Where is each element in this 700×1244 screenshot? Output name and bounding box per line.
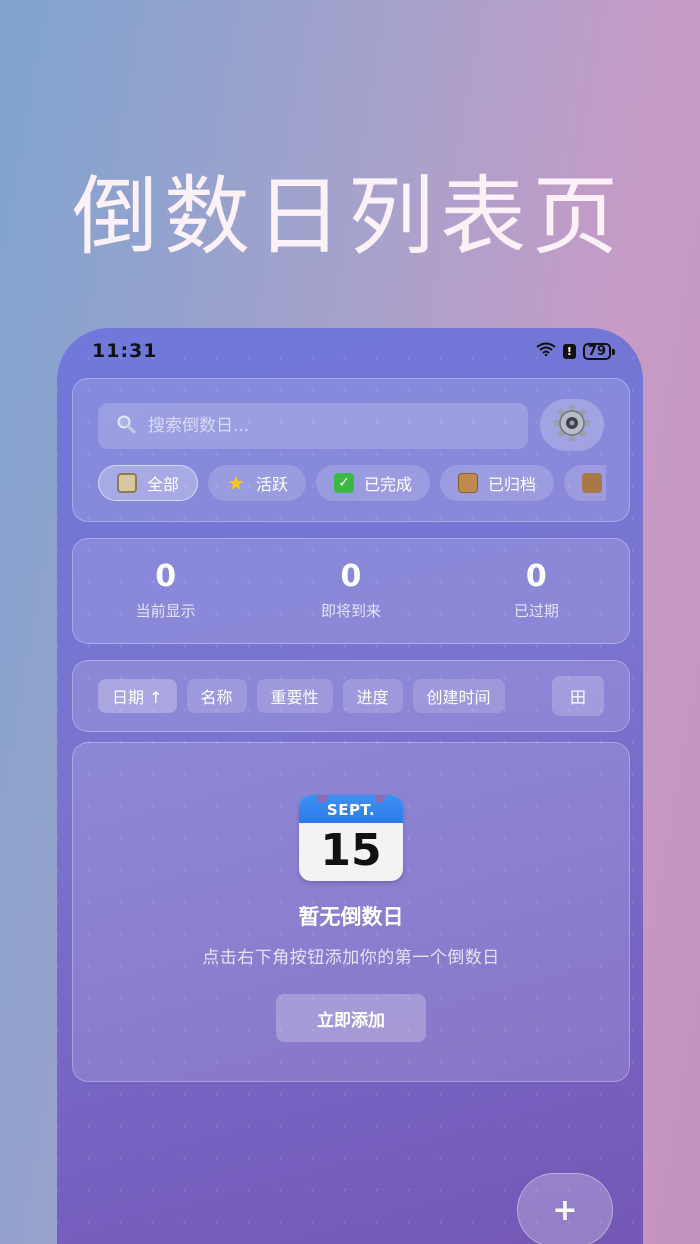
stat-expired: 0 已过期 [444, 539, 629, 643]
filter-chip-all[interactable]: 全部 [98, 465, 199, 501]
stat-value: 0 [340, 559, 362, 594]
empty-title: 暂无倒数日 [298, 905, 404, 929]
check-icon: ✓ [334, 473, 355, 493]
filter-chip-label: 已完成 [364, 475, 413, 494]
calendar-day: 15 [320, 825, 382, 876]
sort-options: 日期 ↑ 名称 重要性 进度 创建时间 [98, 679, 606, 713]
alert-icon: ! [562, 343, 576, 359]
sort-by-name[interactable]: 名称 [186, 679, 247, 713]
stats-card: 0 当前显示 0 即将到来 0 已过期 [72, 538, 630, 644]
sort-by-progress[interactable]: 进度 [342, 679, 403, 713]
box-icon [582, 473, 603, 493]
search-box[interactable] [98, 403, 528, 449]
wifi-icon [536, 342, 556, 360]
filter-chip-label: 活跃 [256, 475, 289, 494]
stat-value: 0 [525, 559, 547, 594]
sort-by-date[interactable]: 日期 ↑ [98, 679, 177, 713]
gear-icon [552, 403, 592, 447]
sort-by-importance[interactable]: 重要性 [256, 679, 333, 713]
filter-chip-more[interactable] [564, 465, 606, 501]
filter-chip-label: 已归档 [488, 475, 537, 494]
calendar-month: SEPT. [299, 795, 403, 823]
filter-chips: 全部 ★ 活跃 ✓ 已完成 已归档 [98, 465, 606, 505]
sort-by-created[interactable]: 创建时间 [412, 679, 505, 713]
empty-subtitle: 点击右下角按钮添加你的第一个倒数日 [202, 948, 500, 968]
stat-label: 已过期 [513, 602, 559, 620]
clipboard-icon [117, 473, 137, 493]
stat-label: 当前显示 [135, 602, 196, 620]
filter-chip-archived[interactable]: 已归档 [440, 465, 555, 501]
stat-label: 即将到来 [320, 602, 381, 620]
settings-button[interactable] [540, 399, 604, 451]
filter-chip-active[interactable]: ★ 活跃 [208, 465, 307, 501]
grid-icon: 田 [569, 688, 586, 707]
box-icon [458, 473, 479, 493]
status-time: 11:31 [92, 340, 158, 362]
star-icon: ★ [227, 471, 245, 495]
sort-card: 日期 ↑ 名称 重要性 进度 创建时间 田 [72, 660, 630, 732]
calendar-icon: SEPT. 15 [299, 795, 403, 881]
phone-screen: 11:31 ! 79 搜索倒数日... 全部 ★ 活跃 ✓ 已完成 已归档 0 … [57, 328, 643, 1244]
stat-current: 0 当前显示 [73, 539, 258, 643]
filter-chip-completed[interactable]: ✓ 已完成 [316, 465, 431, 501]
plus-icon: + [552, 1192, 578, 1228]
battery-icon: 79 [582, 342, 616, 360]
search-input[interactable] [148, 416, 508, 436]
stat-upcoming: 0 即将到来 [258, 539, 443, 643]
filter-chip-label: 全部 [147, 475, 180, 494]
status-icons: ! 79 [536, 342, 616, 360]
grid-view-toggle[interactable]: 田 [552, 676, 604, 716]
add-now-button[interactable]: 立即添加 [276, 994, 426, 1042]
add-fab-button[interactable]: + [517, 1173, 613, 1244]
empty-state-card: SEPT. 15 暂无倒数日 点击右下角按钮添加你的第一个倒数日 立即添加 [72, 742, 630, 1082]
stat-value: 0 [155, 559, 177, 594]
search-icon [116, 414, 136, 439]
search-filter-card: 全部 ★ 活跃 ✓ 已完成 已归档 [72, 378, 630, 522]
status-bar: 11:31 ! 79 [92, 338, 616, 364]
promo-headline: 倒数日列表页 [72, 167, 624, 267]
